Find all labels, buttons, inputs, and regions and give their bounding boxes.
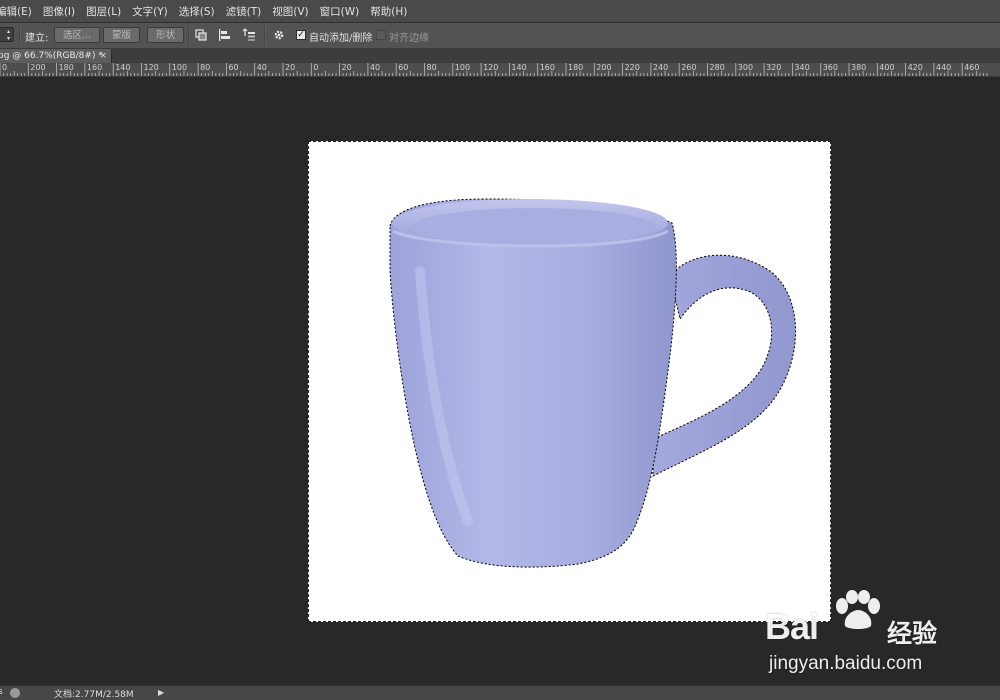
align-edges-checkbox[interactable] [376,30,386,40]
ruler-label: 360 [822,63,838,72]
ruler-label: 180 [568,63,584,72]
dropdown-arrow-icon: ▴▾ [5,27,12,42]
menu-layer[interactable]: 图层(L) [86,4,121,19]
status-globe-icon[interactable] [10,688,20,698]
menu-image[interactable]: 图像(I) [43,4,75,19]
ruler-label: 100 [454,63,471,72]
ruler-label: 40 [256,63,267,72]
watermark-url: jingyan.baidu.com [769,653,923,674]
ruler-label: 0 [313,63,319,72]
zoom-level[interactable]: s [0,687,3,697]
make-selection-button[interactable]: 选区... [54,27,100,43]
mug-image [389,198,797,568]
ruler-label: 420 [907,63,923,72]
auto-add-delete-checkbox[interactable]: ✓ [296,30,306,40]
ruler-label: 140 [511,63,527,72]
options-divider [264,26,266,45]
menu-window[interactable]: 窗口(W) [320,4,360,19]
ruler-label: 320 [766,63,782,72]
watermark-brand-suffix: 经验 [887,619,938,648]
ruler-label: 460 [964,63,980,72]
horizontal-ruler[interactable]: 0 200 180 160 140 120 100 80 60 40 20 0 20 40 60 80 100 1… [0,63,1000,77]
ruler-label: 140 [115,63,131,72]
options-divider [188,26,190,45]
menu-select[interactable]: 选择(S) [179,4,215,19]
ruler-label: 80 [200,63,211,72]
ruler-label: 380 [851,63,867,72]
make-label: 建立: [25,33,49,44]
ruler-label: 0 [2,63,8,72]
path-operations-icon[interactable] [193,27,209,43]
ruler-label: 340 [794,63,810,72]
document-size-info: 文档:2.77M/2.58M [54,690,134,700]
ruler-label: 120 [483,63,499,72]
menu-help[interactable]: 帮助(H) [370,4,407,19]
ruler-label: 160 [539,63,555,72]
ruler-label: 440 [935,63,952,72]
ruler-label: 100 [171,63,188,72]
watermark-brand: Bai [765,606,819,647]
ruler-label: 20 [341,63,352,72]
status-bar: s 文档:2.77M/2.58M ▶ [0,685,1000,700]
menu-edit[interactable]: 编辑(E) [0,4,32,19]
ruler-label: 300 [737,63,754,72]
ruler-label: 200 [30,63,46,72]
path-arrangement-icon[interactable] [241,27,257,43]
settings-gear-icon[interactable] [271,27,287,43]
checkmark-icon: ✓ [297,30,305,40]
close-icon[interactable]: × [99,49,107,63]
baidu-paw-logo [836,590,880,629]
document-tab-title: pg @ 66.7%(RGB/8#) * [0,51,103,61]
ruler-label: 40 [369,63,381,72]
align-edges-label: 对齐边缘 [389,33,429,44]
ruler-label: 240 [652,63,669,72]
ruler-label: 120 [143,63,159,72]
tool-mode-dropdown[interactable]: ▴▾ [0,27,14,42]
menu-view[interactable]: 视图(V) [272,4,308,19]
ruler-label: 220 [624,63,640,72]
status-menu-arrow-icon[interactable]: ▶ [158,688,164,697]
make-shape-button[interactable]: 形状 [147,27,184,43]
options-bar: ▴▾ 建立: 选区... 蒙版 形状 ✓ 自动添加/删除 对齐边缘 [0,23,1000,49]
ruler-label: 60 [228,63,239,72]
ruler-label: 80 [426,63,437,72]
ruler-label: 20 [285,63,296,72]
ruler-label: 200 [596,63,612,72]
baidu-jingyan-watermark: Bai 经验 jingyan.baidu.com [765,590,1000,680]
ruler-label: 160 [86,63,103,72]
make-mask-button[interactable]: 蒙版 [103,27,140,43]
menu-filter[interactable]: 滤镜(T) [226,4,262,19]
mug-inner [411,208,655,246]
document-tab[interactable]: pg @ 66.7%(RGB/8#) * × [0,49,112,63]
ruler-label: 60 [398,63,409,72]
ruler-label: 260 [681,63,697,72]
ruler-label: 280 [709,63,725,72]
ruler-label: 400 [879,63,895,72]
menu-type[interactable]: 文字(Y) [132,4,168,19]
path-alignment-icon[interactable] [217,27,233,43]
ruler-label: 180 [58,63,74,72]
document-tab-bar: pg @ 66.7%(RGB/8#) * × [0,49,1000,63]
options-divider [19,26,21,45]
auto-add-delete-label: 自动添加/删除 [309,33,373,44]
document-canvas[interactable] [308,141,831,622]
menu-bar: 编辑(E) 图像(I) 图层(L) 文字(Y) 选择(S) 滤镜(T) 视图(V… [0,0,1000,23]
